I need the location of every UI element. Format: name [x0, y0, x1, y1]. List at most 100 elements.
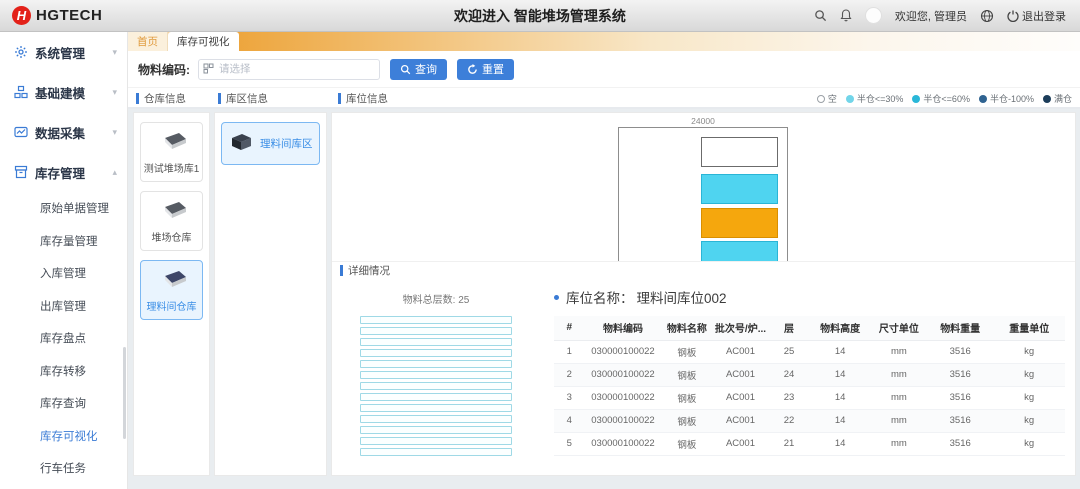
power-icon	[1007, 10, 1019, 22]
sidebar-item-数据采集[interactable]: 数据采集▾	[0, 112, 127, 152]
shelf-layer-row[interactable]	[360, 338, 512, 346]
shelf-layer-row[interactable]	[360, 349, 512, 357]
location-name-value: 理料间库位002	[637, 287, 727, 307]
sidebar-item-库存可视化[interactable]: 库存可视化	[0, 420, 127, 453]
sidebar-item-库存盘点[interactable]: 库存盘点	[0, 322, 127, 355]
table-row[interactable]: 1030000100022钢板AC0012514mm3516kg	[554, 340, 1065, 363]
table-header-cell: 物料名称	[661, 316, 712, 340]
location-name-title: 库位名称： 理料间库位002	[554, 287, 1065, 307]
sidebar-scrollbar[interactable]	[123, 347, 126, 439]
legend-item: 满仓	[1043, 92, 1072, 105]
sidebar-item-库存量管理[interactable]: 库存量管理	[0, 225, 127, 258]
section-bar	[338, 93, 341, 104]
shelf-layer-row[interactable]	[360, 316, 512, 324]
table-cell: AC001	[712, 386, 768, 409]
table-cell: 钢板	[661, 409, 712, 432]
legend-dot-icon	[979, 95, 987, 103]
section-location-info: 库位信息	[338, 91, 388, 106]
table-cell: 3516	[927, 432, 993, 455]
table-row[interactable]: 3030000100022钢板AC0012314mm3516kg	[554, 386, 1065, 409]
user-avatar[interactable]	[865, 7, 882, 24]
bin-slot[interactable]	[701, 241, 778, 263]
total-layers-value: 25	[458, 295, 469, 306]
legend-item: 空	[817, 92, 837, 105]
table-cell: AC001	[712, 409, 768, 432]
select-prefix-icon	[203, 63, 214, 77]
tab-bar: 首页 库存可视化	[128, 32, 1080, 51]
tab-home[interactable]: 首页	[128, 32, 168, 51]
table-cell: mm	[871, 432, 927, 455]
warehouse-slab-icon	[155, 145, 189, 159]
sidebar-item-系统管理[interactable]: 系统管理▾	[0, 32, 127, 72]
table-cell: 030000100022	[585, 340, 662, 363]
bin-container[interactable]	[618, 127, 788, 263]
legend-item: 半仓<=30%	[846, 92, 904, 105]
shelf-layer-row[interactable]	[360, 371, 512, 379]
bell-icon[interactable]	[840, 9, 852, 22]
table-cell: AC001	[712, 340, 768, 363]
section-warehouse-info: 仓库信息	[136, 91, 186, 106]
shelf-stack-panel: 物料总层数: 25	[332, 283, 540, 475]
warehouse-card-测试堆场库1[interactable]: 测试堆场库1	[140, 122, 203, 182]
inventory-icon	[13, 165, 28, 180]
bin-slot[interactable]	[701, 137, 778, 167]
sidebar-menu: 系统管理▾基础建模▾数据采集▾库存管理▴原始单据管理库存量管理入库管理出库管理库…	[0, 32, 127, 489]
sidebar: 系统管理▾基础建模▾数据采集▾库存管理▴原始单据管理库存量管理入库管理出库管理库…	[0, 32, 128, 489]
shelf-layer-row[interactable]	[360, 426, 512, 434]
shelf-layer-row[interactable]	[360, 327, 512, 335]
content-area: 测试堆场库1堆场仓库理料间仓库 理料间库区 24000 详细情况	[128, 109, 1080, 489]
material-table-header-row: #物料编码物料名称批次号/炉...层物料高度尺寸单位物料重量重量单位	[554, 316, 1065, 340]
shelf-layer-row[interactable]	[360, 448, 512, 456]
warehouse-card-堆场仓库[interactable]: 堆场仓库	[140, 191, 203, 251]
table-header-cell: #	[554, 316, 585, 340]
area-box-icon	[228, 131, 254, 156]
table-row[interactable]: 2030000100022钢板AC0012414mm3516kg	[554, 363, 1065, 386]
blocks-icon	[13, 85, 28, 100]
sidebar-item-入库管理[interactable]: 入库管理	[0, 257, 127, 290]
table-cell: kg	[993, 340, 1065, 363]
language-globe-icon[interactable]	[980, 9, 994, 23]
table-row[interactable]: 4030000100022钢板AC0012214mm3516kg	[554, 409, 1065, 432]
sidebar-item-行车任务[interactable]: 行车任务	[0, 452, 127, 485]
table-cell: 14	[809, 409, 870, 432]
table-cell: mm	[871, 409, 927, 432]
table-cell: 25	[769, 340, 810, 363]
reset-button[interactable]: 重置	[457, 59, 514, 80]
bullet-icon	[554, 295, 559, 300]
shelf-layer-row[interactable]	[360, 404, 512, 412]
warehouse-card-理料间仓库[interactable]: 理料间仓库	[140, 260, 203, 320]
table-header-cell: 批次号/炉...	[712, 316, 768, 340]
shelf-layer-row[interactable]	[360, 393, 512, 401]
table-row[interactable]: 5030000100022钢板AC0012114mm3516kg	[554, 432, 1065, 455]
shelf-layer-row[interactable]	[360, 360, 512, 368]
table-cell: 14	[809, 432, 870, 455]
bin-slot[interactable]	[701, 208, 778, 238]
table-cell: mm	[871, 386, 927, 409]
tab-inventory-visualization[interactable]: 库存可视化	[168, 32, 239, 51]
shelf-layer-row[interactable]	[360, 415, 512, 423]
sidebar-item-原始单据管理[interactable]: 原始单据管理	[0, 192, 127, 225]
warehouse-slab-icon	[155, 283, 189, 297]
area-card-理料间库区[interactable]: 理料间库区	[221, 122, 320, 165]
bin-slot[interactable]	[701, 174, 778, 204]
logout-button[interactable]: 退出登录	[1007, 8, 1066, 24]
shelf-layer-row[interactable]	[360, 437, 512, 445]
legend-dot-icon	[817, 95, 825, 103]
sidebar-item-基础建模[interactable]: 基础建模▾	[0, 72, 127, 112]
shelf-layer-row[interactable]	[360, 382, 512, 390]
table-cell: 14	[809, 340, 870, 363]
query-button[interactable]: 查询	[390, 59, 447, 80]
sidebar-item-库存查询[interactable]: 库存查询	[0, 387, 127, 420]
sidebar-item-库存转移[interactable]: 库存转移	[0, 355, 127, 388]
table-header-cell: 物料编码	[585, 316, 662, 340]
material-code-input[interactable]	[198, 59, 380, 80]
sidebar-item-库存管理[interactable]: 库存管理▴	[0, 152, 127, 192]
sidebar-item-报表管理[interactable]: 报表管理▾	[0, 485, 127, 489]
table-cell: kg	[993, 409, 1065, 432]
table-cell: 3516	[927, 340, 993, 363]
sidebar-item-出库管理[interactable]: 出库管理	[0, 290, 127, 323]
table-header-cell: 尺寸单位	[871, 316, 927, 340]
logout-label: 退出登录	[1022, 8, 1066, 24]
search-icon[interactable]	[814, 9, 827, 22]
bin-dimension-label: 24000	[618, 116, 788, 126]
